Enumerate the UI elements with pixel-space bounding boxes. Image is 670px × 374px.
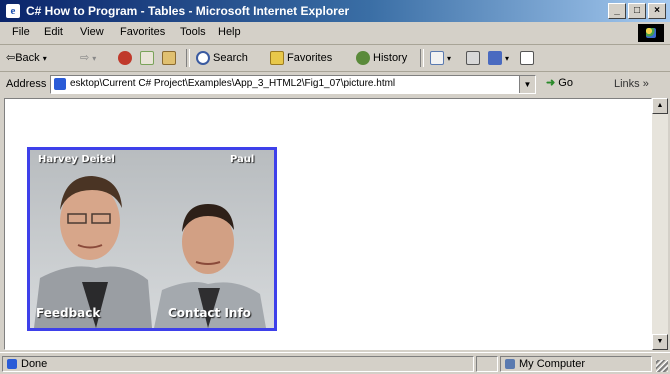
edit-button[interactable]: ▾ (488, 48, 509, 68)
windows-logo-icon (638, 24, 664, 42)
home-button[interactable] (162, 48, 179, 68)
forward-arrow-icon: ⇨ (80, 52, 90, 64)
close-button[interactable]: × (648, 3, 666, 19)
image-map-link[interactable]: Harvey Deitel Paul Feedback Contact Info (27, 147, 277, 331)
scroll-down-icon[interactable]: ▼ (652, 334, 668, 350)
history-icon (356, 51, 370, 66)
go-label: Go (558, 77, 573, 89)
address-field[interactable]: esktop\Current C# Project\Examples\App_3… (50, 75, 536, 94)
standard-toolbar: ⇦Back ▾ ⇨ ▾ Search Favorites History ▾ ▾ (0, 45, 670, 72)
ie-icon: e (6, 4, 20, 18)
toolbar-separator (186, 49, 190, 67)
mail-icon (430, 51, 444, 66)
status-bar: Done My Computer (0, 352, 670, 374)
search-label: Search (213, 52, 248, 64)
favorites-label: Favorites (287, 52, 333, 64)
go-arrow-icon: ➜ (546, 77, 556, 89)
page-done-icon (7, 359, 17, 370)
page-content: Harvey Deitel Paul Feedback Contact Info (4, 98, 652, 350)
menu-view[interactable]: View (80, 26, 104, 38)
favorites-icon (270, 51, 284, 66)
hotspot-harvey[interactable]: Harvey Deitel (38, 154, 115, 165)
toolbar-separator (420, 49, 424, 67)
favorites-button[interactable]: Favorites (270, 48, 332, 68)
stop-button[interactable] (118, 48, 135, 68)
maximize-button[interactable]: □ (628, 3, 646, 19)
discuss-icon (520, 51, 534, 66)
hotspot-feedback[interactable]: Feedback (36, 306, 100, 320)
refresh-icon (140, 51, 154, 66)
page-icon (54, 78, 66, 90)
hotspot-paul[interactable]: Paul (230, 154, 254, 165)
refresh-button[interactable] (140, 48, 157, 68)
menu-help[interactable]: Help (218, 26, 241, 38)
minimize-button[interactable]: _ (608, 3, 626, 19)
home-icon (162, 51, 176, 66)
address-bar: Address esktop\Current C# Project\Exampl… (0, 72, 670, 96)
zone-text: My Computer (519, 358, 586, 370)
window-controls: _ □ × (608, 3, 666, 19)
hotspot-contact-info[interactable]: Contact Info (168, 306, 251, 320)
scroll-up-icon[interactable]: ▲ (652, 98, 668, 114)
menu-favorites[interactable]: Favorites (120, 26, 165, 38)
search-icon (196, 51, 210, 66)
chevron-down-icon: ▾ (505, 54, 510, 63)
back-button[interactable]: ⇦Back ▾ (6, 48, 47, 68)
window-title: C# How to Program - Tables - Microsoft I… (26, 4, 350, 18)
print-button[interactable] (466, 48, 483, 68)
menu-tools[interactable]: Tools (180, 26, 206, 38)
address-label: Address (6, 78, 47, 90)
status-empty-cell (476, 356, 498, 372)
vertical-scrollbar[interactable]: ▲ ▼ (652, 98, 668, 350)
mail-button[interactable]: ▾ (430, 48, 451, 68)
title-bar: e C# How to Program - Tables - Microsoft… (0, 0, 670, 22)
chevron-down-icon: ▾ (447, 54, 452, 63)
links-button[interactable]: Links » (614, 78, 649, 90)
status-text-cell: Done (2, 356, 474, 372)
print-icon (466, 51, 480, 66)
security-zone-cell: My Computer (500, 356, 652, 372)
history-button[interactable]: History (356, 48, 407, 68)
computer-icon (505, 359, 515, 370)
menu-edit[interactable]: Edit (44, 26, 63, 38)
discuss-button[interactable] (520, 48, 537, 68)
back-label: ⇦Back (6, 52, 40, 64)
history-label: History (373, 52, 408, 64)
chevron-down-icon: ▾ (92, 54, 97, 63)
status-text: Done (21, 358, 48, 370)
search-button[interactable]: Search (196, 48, 248, 68)
menu-file[interactable]: File (12, 26, 30, 38)
address-url: esktop\Current C# Project\Examples\App_3… (70, 78, 396, 89)
photo (30, 150, 274, 328)
go-button[interactable]: ➜ Go (546, 76, 573, 89)
chevron-down-icon: ▾ (42, 54, 47, 63)
address-dropdown-icon[interactable]: ▼ (519, 76, 535, 93)
menu-bar: File Edit View Favorites Tools Help (0, 22, 670, 45)
resize-grip-icon[interactable] (656, 360, 668, 372)
edit-icon (488, 51, 502, 66)
stop-icon (118, 51, 132, 66)
forward-button[interactable]: ⇨ ▾ (80, 48, 96, 68)
